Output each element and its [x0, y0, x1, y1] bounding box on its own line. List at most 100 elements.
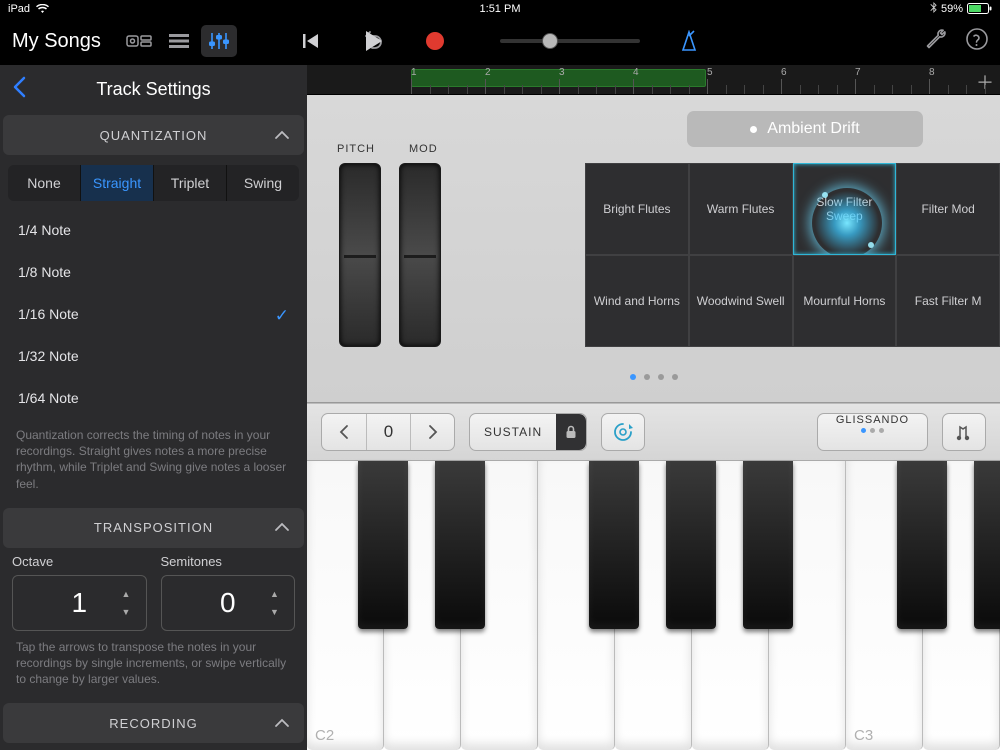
status-bar: iPad 1:51 PM 59%: [0, 0, 1000, 17]
sound-cell[interactable]: Fast Filter M: [896, 255, 1000, 347]
seg-triplet[interactable]: Triplet: [153, 165, 226, 201]
sound-grid: Bright Flutes Warm Flutes Slow Filter Sw…: [585, 163, 1000, 347]
seg-straight[interactable]: Straight: [80, 165, 153, 201]
white-key[interactable]: [538, 461, 615, 750]
stepper-up-icon[interactable]: ▲: [122, 589, 138, 599]
rewind-button[interactable]: [294, 24, 328, 58]
white-key[interactable]: [461, 461, 538, 750]
mod-wheel[interactable]: [399, 163, 441, 347]
note-1-16[interactable]: 1/16 Note ✓: [0, 293, 307, 335]
sound-cell[interactable]: Warm Flutes: [689, 163, 793, 255]
battery-icon: [967, 3, 992, 14]
note-1-4[interactable]: 1/4 Note: [0, 209, 307, 251]
ruler-bar-tick: 6: [781, 65, 787, 94]
ruler-bar-tick: 3: [559, 65, 565, 94]
white-key[interactable]: C2: [307, 461, 384, 750]
white-key[interactable]: [384, 461, 461, 750]
octave-up-button[interactable]: [410, 414, 454, 450]
help-icon[interactable]: [966, 28, 988, 55]
master-volume-slider[interactable]: [500, 39, 640, 43]
white-key[interactable]: [615, 461, 692, 750]
timeline-ruler[interactable]: ＋ 12345678: [307, 65, 1000, 95]
back-to-songs[interactable]: My Songs: [12, 30, 101, 53]
white-key[interactable]: C3: [846, 461, 923, 750]
octave-down-button[interactable]: [322, 414, 366, 450]
preset-indicator-icon: [750, 126, 757, 133]
quantization-note-list: 1/4 Note 1/8 Note 1/16 Note ✓ 1/32 Note …: [0, 209, 307, 419]
autoplay-button[interactable]: [601, 413, 645, 451]
piano-keyboard[interactable]: C2 C3: [307, 461, 1000, 750]
seg-swing[interactable]: Swing: [226, 165, 299, 201]
ruler-bar-tick: 4: [633, 65, 639, 94]
track-settings-panel: Track Settings QUANTIZATION None Straigh…: [0, 65, 307, 750]
glissando-label: GLISSANDO: [836, 414, 909, 426]
sustain-label: SUSTAIN: [470, 425, 556, 439]
glissando-button[interactable]: GLISSANDO: [817, 413, 928, 451]
keyboard-control-strip: 0 SUSTAIN GLISSANDO: [307, 403, 1000, 461]
sustain-lock-button[interactable]: [556, 414, 586, 450]
ruler-bar-tick: 5: [707, 65, 713, 94]
pitch-label: PITCH: [337, 143, 375, 155]
metronome-icon[interactable]: [672, 24, 706, 58]
record-button[interactable]: [418, 24, 452, 58]
transposition-help: Tap the arrows to transpose the notes in…: [0, 631, 307, 702]
semitones-label: Semitones: [161, 554, 296, 569]
sidebar-back-button[interactable]: [12, 74, 26, 105]
quantization-header[interactable]: QUANTIZATION: [3, 115, 304, 155]
octave-value: 1: [71, 587, 87, 619]
bluetooth-icon: [930, 2, 937, 16]
octave-label: Octave: [12, 554, 147, 569]
pitch-wheel[interactable]: [339, 163, 381, 347]
check-icon: ✓: [275, 306, 289, 326]
sound-cell[interactable]: Mournful Horns: [793, 255, 897, 347]
tracks-view-icon[interactable]: [161, 25, 197, 57]
semitones-value: 0: [220, 587, 236, 619]
quantization-mode-segment: None Straight Triplet Swing: [8, 165, 299, 201]
stepper-down-icon[interactable]: ▼: [122, 607, 138, 617]
octave-display: 0: [366, 414, 410, 450]
sound-cell[interactable]: Bright Flutes: [585, 163, 689, 255]
page-indicator[interactable]: [630, 374, 678, 380]
volume-thumb[interactable]: [542, 33, 558, 49]
note-1-64[interactable]: 1/64 Note: [0, 377, 307, 419]
white-key[interactable]: [769, 461, 846, 750]
battery-percent: 59%: [941, 3, 963, 15]
sound-cell[interactable]: Filter Mod: [896, 163, 1000, 255]
recording-header[interactable]: RECORDING: [3, 703, 304, 743]
transport-controls: [294, 24, 706, 58]
note-1-32[interactable]: 1/32 Note: [0, 335, 307, 377]
instrument-area: ＋ 12345678 Ambient Drift PITCH MOD Brigh…: [307, 65, 1000, 750]
octave-nav: 0: [321, 413, 455, 451]
ruler-bar-tick: 7: [855, 65, 861, 94]
stepper-up-icon[interactable]: ▲: [270, 589, 286, 599]
chevron-up-icon: [274, 520, 290, 535]
sound-cell[interactable]: Woodwind Swell: [689, 255, 793, 347]
octave-stepper[interactable]: 1 ▲ ▼: [12, 575, 147, 631]
mod-label: MOD: [409, 143, 438, 155]
sound-panel: Ambient Drift PITCH MOD Bright Flutes Wa…: [307, 95, 1000, 403]
sound-cell[interactable]: Wind and Horns: [585, 255, 689, 347]
seg-none[interactable]: None: [8, 165, 80, 201]
track-settings-icon[interactable]: [201, 25, 237, 57]
note-1-8[interactable]: 1/8 Note: [0, 251, 307, 293]
ruler-bar-tick: 1: [411, 65, 417, 94]
white-key[interactable]: [692, 461, 769, 750]
preset-name: Ambient Drift: [767, 120, 859, 138]
settings-wrench-icon[interactable]: [924, 27, 948, 56]
ruler-bar-tick: 8: [929, 65, 935, 94]
wifi-icon: [36, 4, 49, 14]
sustain-control[interactable]: SUSTAIN: [469, 413, 587, 451]
stepper-down-icon[interactable]: ▼: [270, 607, 286, 617]
white-key[interactable]: [923, 461, 1000, 750]
play-button[interactable]: [356, 24, 390, 58]
browser-view-icon[interactable]: [121, 25, 157, 57]
keyboard-scale-button[interactable]: [942, 413, 986, 451]
semitones-stepper[interactable]: 0 ▲ ▼: [161, 575, 296, 631]
top-toolbar: My Songs: [0, 17, 1000, 65]
chevron-up-icon: [274, 716, 290, 731]
sidebar-title: Track Settings: [96, 79, 210, 100]
preset-chip[interactable]: Ambient Drift: [687, 111, 923, 147]
sound-cell[interactable]: Slow Filter Sweep: [793, 163, 897, 255]
transposition-header[interactable]: TRANSPOSITION: [3, 508, 304, 548]
clock: 1:51 PM: [480, 3, 521, 15]
